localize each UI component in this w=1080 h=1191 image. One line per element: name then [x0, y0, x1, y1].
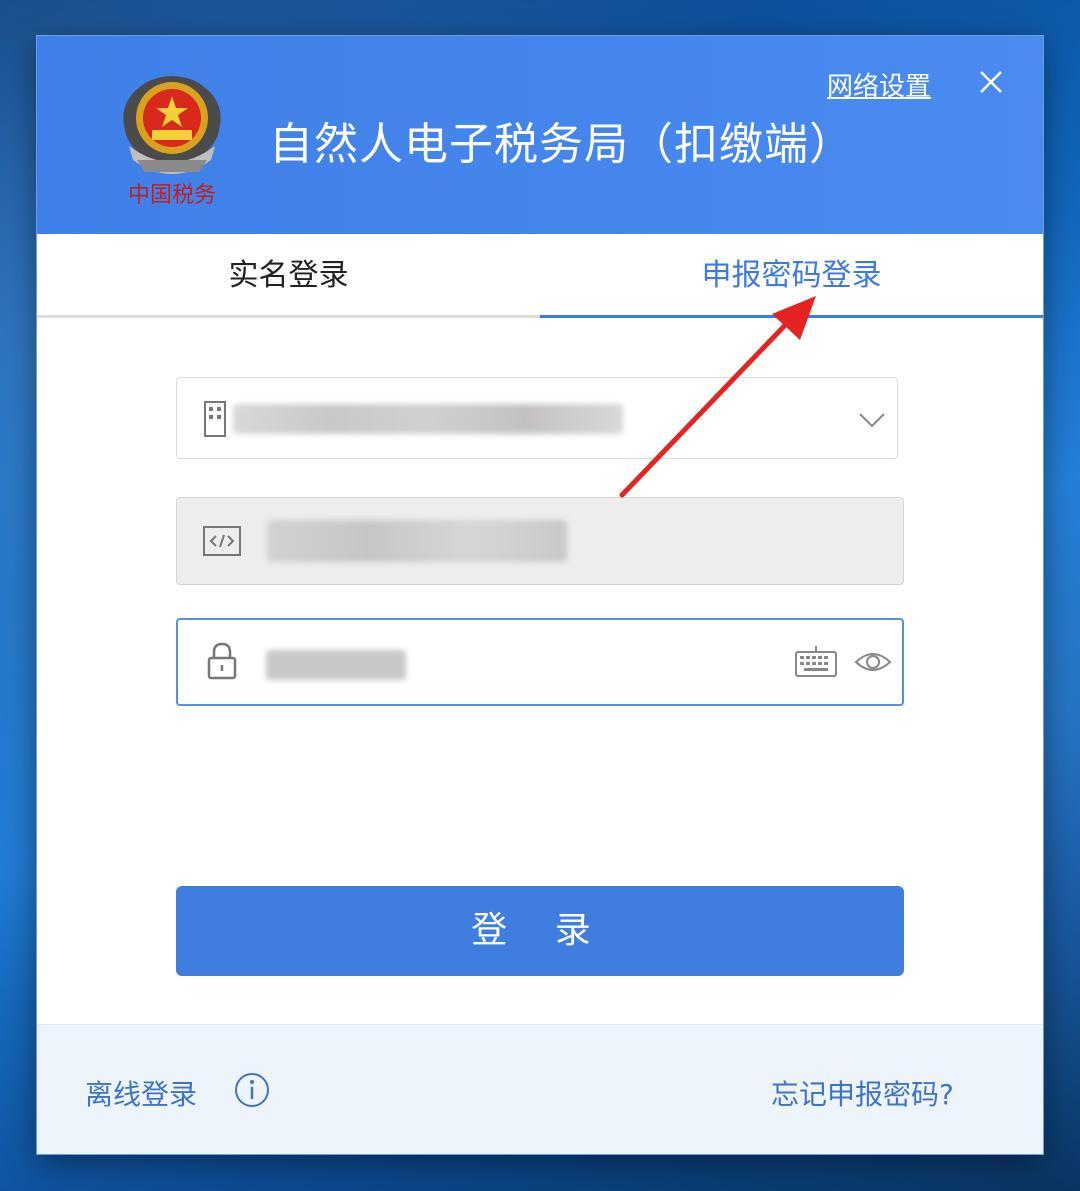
lock-icon	[207, 642, 237, 680]
svg-text:中国税务: 中国税务	[128, 183, 216, 208]
tax-emblem-icon: 中国税务	[123, 76, 221, 208]
tab-real-name-login[interactable]: 实名登录	[37, 234, 540, 318]
chevron-down-icon[interactable]	[857, 406, 887, 432]
taxpayer-code-masked	[267, 520, 567, 562]
app-title: 自然人电子税务局（扣缴端）	[269, 119, 854, 170]
building-icon	[204, 401, 226, 437]
info-icon[interactable]	[233, 1071, 271, 1109]
taxpayer-code-field[interactable]	[176, 497, 904, 585]
window-header: 中国税务 自然人电子税务局（扣缴端） 网络设置	[37, 36, 1043, 234]
network-settings-link[interactable]: 网络设置	[827, 66, 931, 103]
close-icon[interactable]	[975, 66, 1007, 98]
code-icon	[203, 526, 241, 556]
window-footer: 离线登录 忘记申报密码?	[37, 1024, 1043, 1154]
forgot-password-link[interactable]: 忘记申报密码?	[771, 1073, 954, 1113]
login-tabs: 实名登录 申报密码登录	[37, 234, 1043, 318]
login-window: 中国税务 自然人电子税务局（扣缴端） 网络设置 实名登录 申报密码登录 登 录 …	[37, 36, 1043, 1154]
eye-icon[interactable]	[854, 648, 892, 676]
account-select[interactable]	[176, 377, 898, 459]
offline-login-link[interactable]: 离线登录	[85, 1073, 197, 1113]
password-masked	[266, 650, 406, 680]
password-field[interactable]	[176, 618, 904, 706]
keyboard-icon[interactable]	[794, 644, 838, 680]
tab-declaration-password-login[interactable]: 申报密码登录	[540, 234, 1043, 318]
account-value-masked	[233, 404, 623, 434]
login-button[interactable]: 登 录	[176, 886, 904, 976]
